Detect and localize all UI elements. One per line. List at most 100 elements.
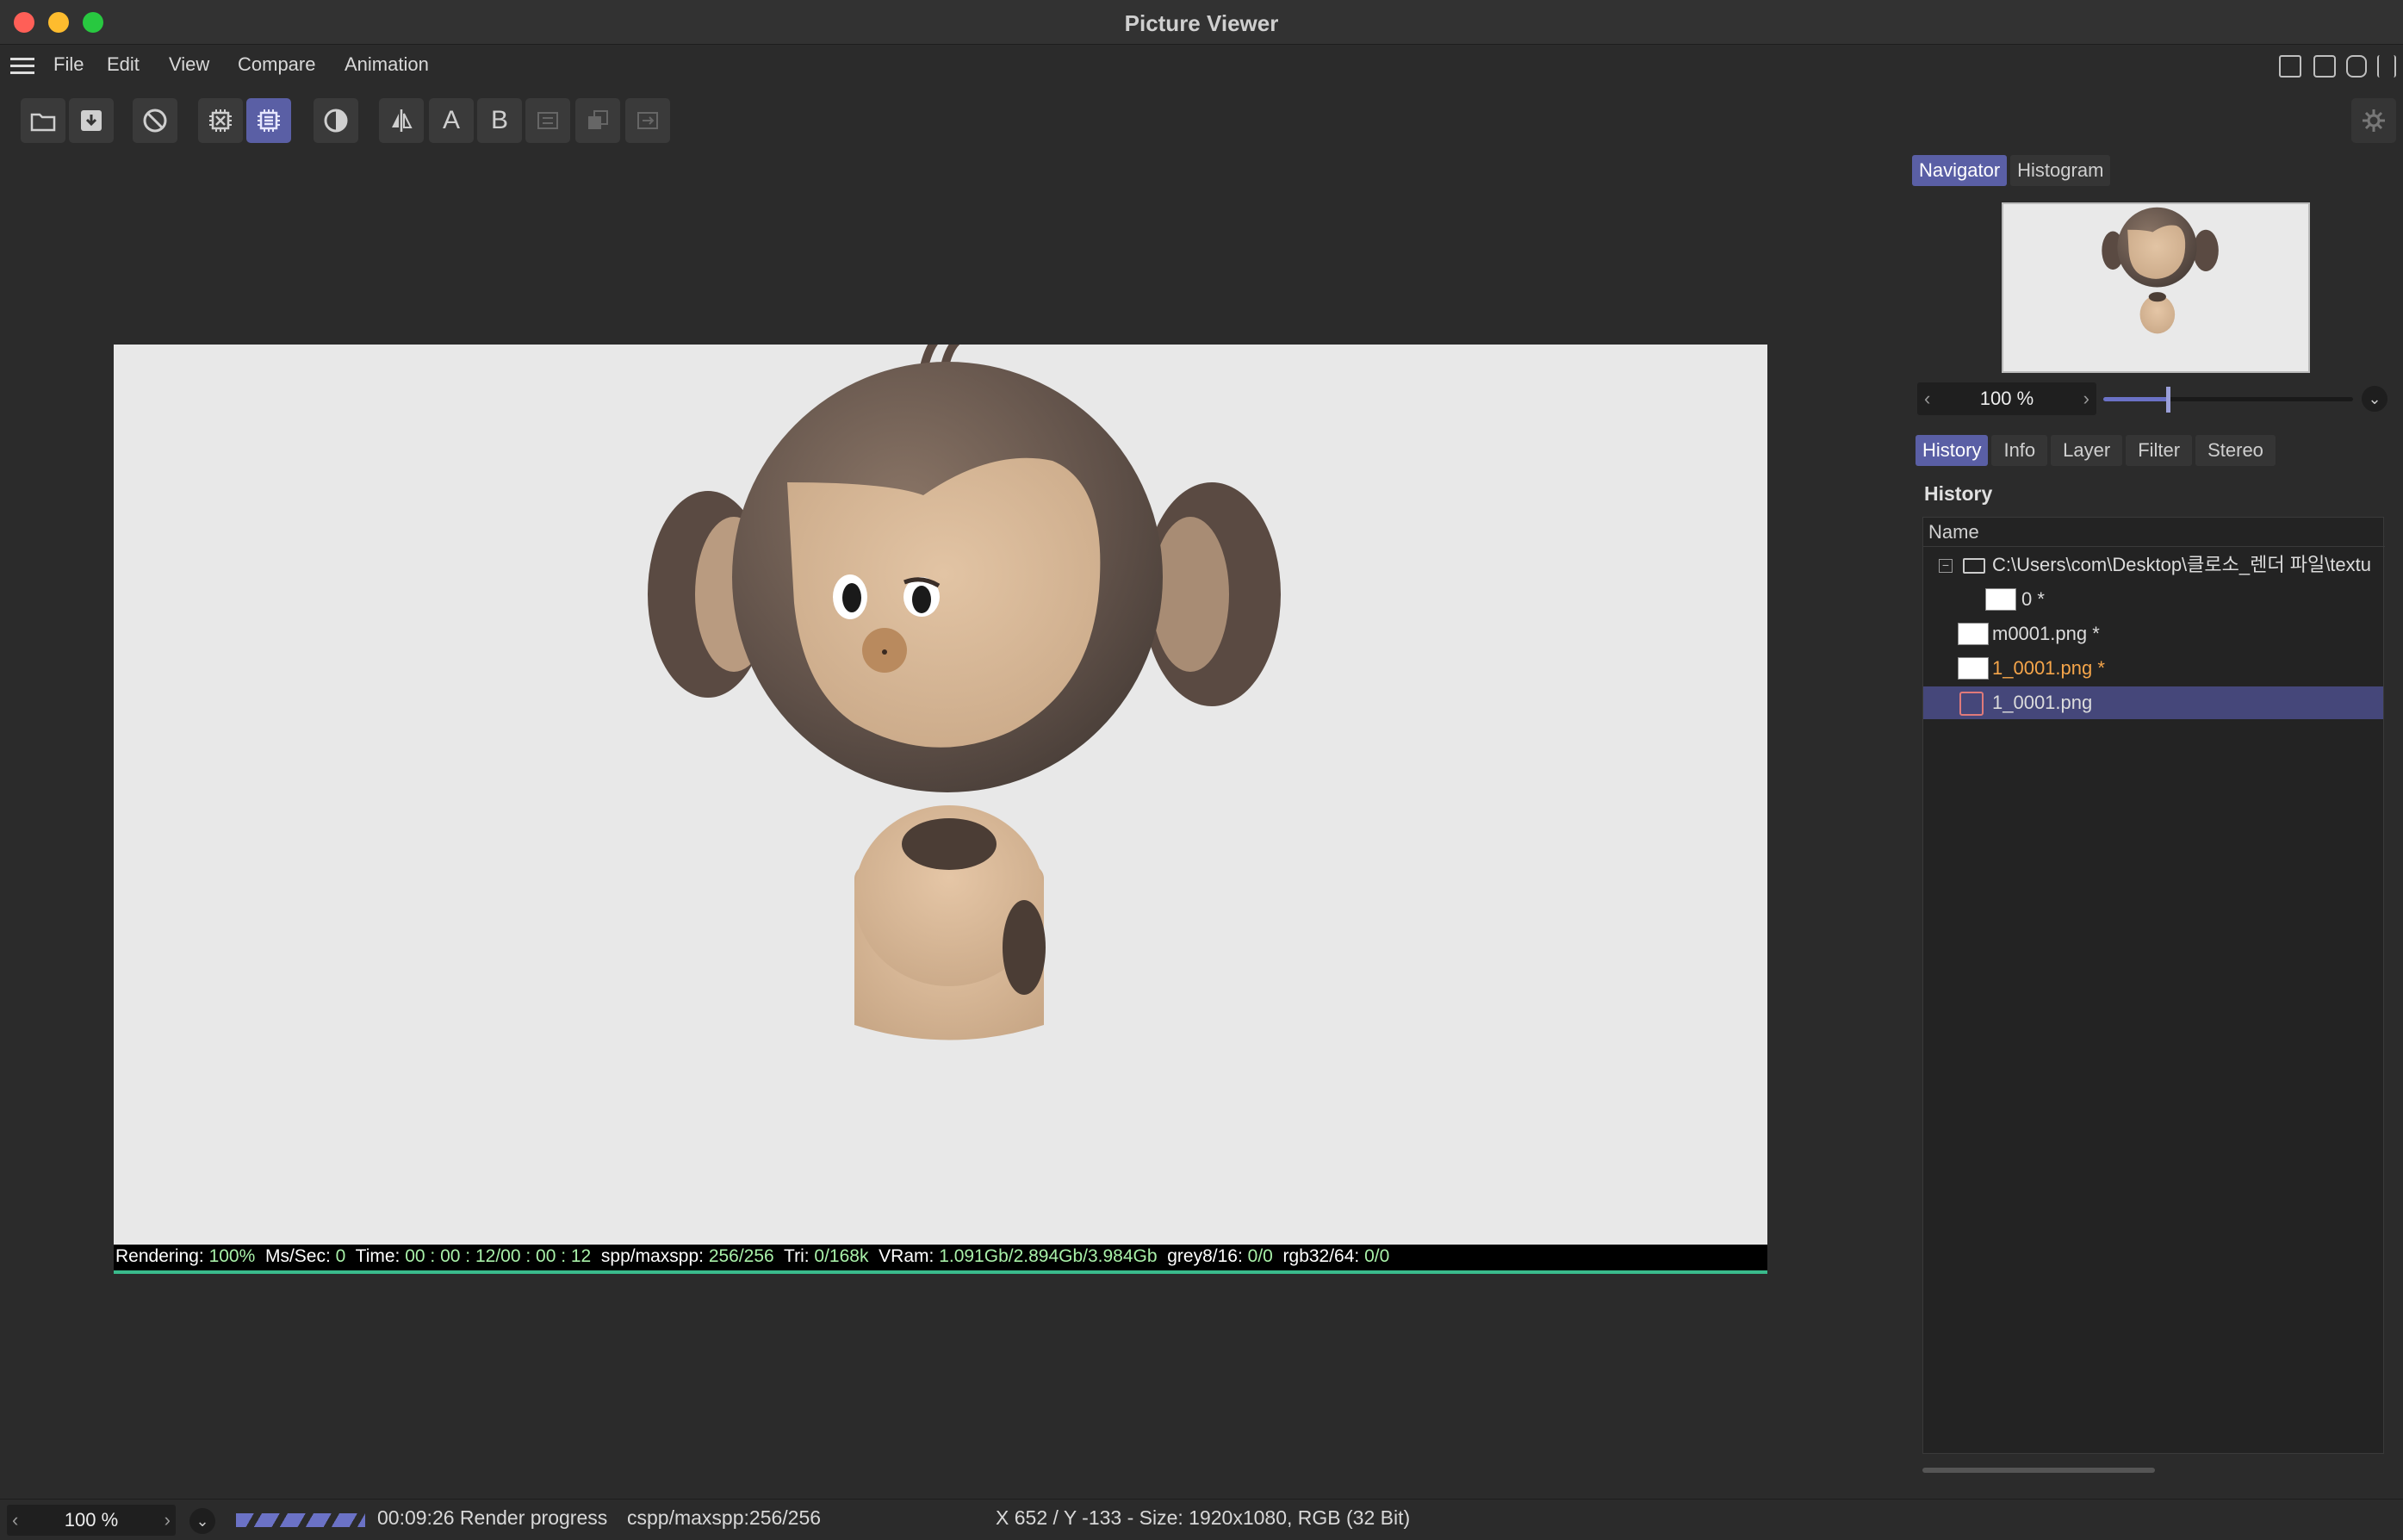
zoom-increase-icon[interactable]: ›: [165, 1505, 171, 1536]
render-progress-stripes: [236, 1513, 365, 1527]
zoom-slider[interactable]: [2103, 387, 2353, 413]
tri-label: Tri:: [784, 1246, 810, 1266]
history-row-item[interactable]: m0001.png *: [1923, 618, 2383, 650]
tab-histogram[interactable]: Histogram: [2010, 155, 2111, 186]
render-canvas[interactable]: [114, 345, 1767, 1245]
folder-icon: [30, 113, 56, 132]
rendered-monkey-image: [648, 345, 1281, 1040]
tab-layer[interactable]: Layer: [2051, 435, 2123, 466]
history-title: History: [1924, 482, 1993, 505]
compare-a-button[interactable]: A: [429, 98, 474, 143]
menu-view[interactable]: View: [169, 53, 209, 76]
render-view-button[interactable]: [246, 98, 291, 143]
history-horizontal-scrollbar[interactable]: [1922, 1468, 2155, 1473]
image-thumbnail-icon: [1958, 623, 1989, 645]
gear-icon: [2363, 109, 2385, 132]
history-row-label: 1_0001.png *: [1992, 657, 2105, 679]
rgb-label: rgb32/64:: [1282, 1246, 1360, 1266]
zoom-value: 100 %: [1979, 388, 2034, 409]
swap-icon: [537, 112, 558, 129]
spp-value: 256/256: [708, 1246, 774, 1266]
menu-file[interactable]: File: [53, 53, 84, 76]
stop-render-button[interactable]: [133, 98, 177, 143]
time-value: 00 : 00 : 12/00 : 00 : 12: [405, 1246, 592, 1266]
menu-compare[interactable]: Compare: [238, 53, 315, 76]
chip-icon: [258, 109, 280, 132]
toolbar: A B: [0, 86, 2403, 152]
swap-ab-button[interactable]: [525, 98, 570, 143]
zoom-decrease-icon[interactable]: ‹: [12, 1505, 18, 1536]
grey-label: grey8/16:: [1167, 1246, 1243, 1266]
mssec-value: 0: [335, 1246, 346, 1266]
render-progress-bar: [114, 1270, 1767, 1274]
move-icon[interactable]: [2377, 55, 2396, 78]
render-time-text: 00:09:26 Render progress: [377, 1506, 608, 1529]
export-button[interactable]: [625, 98, 670, 143]
tab-filter[interactable]: Filter: [2126, 435, 2193, 466]
history-row-item[interactable]: 0 *: [1923, 583, 2383, 616]
history-row-item-selected[interactable]: 1_0001.png: [1923, 686, 2383, 719]
zoom-increase-icon[interactable]: ›: [2083, 382, 2089, 415]
picture-viewer-window: Picture Viewer File Edit View Compare An…: [0, 0, 2403, 1540]
folder-icon: [1963, 558, 1985, 574]
zoom-slider-fill: [2103, 397, 2169, 401]
history-row-folder[interactable]: − C:\Users\com\Desktop\클로소_렌더 파일\textu: [1923, 549, 2383, 581]
hand-pan-icon[interactable]: [2346, 55, 2367, 78]
hamburger-menu-icon[interactable]: [10, 58, 34, 75]
split-icon: [392, 109, 413, 132]
rendering-label: Rendering:: [115, 1246, 204, 1266]
mssec-label: Ms/Sec:: [264, 1246, 331, 1266]
bottom-zoom-field[interactable]: ‹ 100 % ›: [7, 1505, 176, 1536]
history-row-label: C:\Users\com\Desktop\클로소_렌더 파일\textu: [1992, 554, 2372, 575]
contrast-icon: [324, 109, 348, 133]
tab-history[interactable]: History: [1916, 435, 1989, 466]
render-region-button[interactable]: [198, 98, 243, 143]
navigator-zoom-row: ‹ 100 % › ⌄: [1917, 382, 2387, 417]
image-info-text: X 652 / Y -133 - Size: 1920x1080, RGB (3…: [996, 1506, 1411, 1529]
menu-animation[interactable]: Animation: [345, 53, 429, 76]
bottom-zoom-value: 100 %: [64, 1509, 119, 1531]
split-compare-button[interactable]: [379, 98, 424, 143]
menu-edit[interactable]: Edit: [107, 53, 140, 76]
collapse-icon[interactable]: −: [1939, 559, 1953, 573]
prohibited-icon: [143, 109, 167, 133]
navigator-tabs: Navigator Histogram: [1912, 155, 2114, 186]
bottom-zoom-chevron-icon[interactable]: ⌄: [189, 1508, 215, 1534]
zoom-slider-knob[interactable]: [2166, 387, 2171, 413]
panel-tabs: History Info Layer Filter Stereo: [1916, 435, 2279, 466]
compare-b-button[interactable]: B: [477, 98, 522, 143]
export-icon: [637, 112, 658, 129]
tri-value: 0/168k: [814, 1246, 869, 1266]
rendering-value: 100%: [208, 1246, 256, 1266]
title-bar: Picture Viewer: [0, 0, 2403, 45]
image-thumbnail-icon: [1985, 588, 2016, 611]
image-thumbnail-icon: [1958, 657, 1989, 680]
navigator-thumbnail[interactable]: [2002, 202, 2310, 373]
layers-icon: [588, 110, 608, 129]
history-list: Name − C:\Users\com\Desktop\클로소_렌더 파일\te…: [1922, 517, 2385, 1454]
spp-label: spp/maxspp:: [600, 1246, 704, 1266]
open-folder-button[interactable]: [21, 98, 65, 143]
time-label: Time:: [355, 1246, 400, 1266]
tab-info[interactable]: Info: [1991, 435, 2048, 466]
history-row-label: m0001.png *: [1992, 623, 2100, 644]
zoom-field[interactable]: ‹ 100 % ›: [1917, 382, 2096, 415]
save-button[interactable]: [69, 98, 114, 143]
settings-button[interactable]: [2351, 98, 2396, 143]
vram-label: VRam:: [879, 1246, 934, 1266]
history-column-name[interactable]: Name: [1923, 518, 2385, 547]
panel-layout-icon[interactable]: [2279, 55, 2301, 78]
contrast-button[interactable]: [314, 98, 358, 143]
rgb-value: 0/0: [1364, 1246, 1390, 1266]
tab-stereo[interactable]: Stereo: [2195, 435, 2276, 466]
overlay-button[interactable]: [575, 98, 620, 143]
render-chip-icon: [1959, 692, 1984, 716]
external-window-icon[interactable]: [2313, 55, 2336, 78]
download-icon: [81, 110, 102, 131]
zoom-decrease-icon[interactable]: ‹: [1924, 382, 1930, 415]
render-status-line: Rendering: 100% Ms/Sec: 0 Time: 00 : 00 …: [114, 1245, 1767, 1274]
cspp-text: cspp/maxspp:256/256: [627, 1506, 822, 1529]
zoom-dropdown-chevron-icon[interactable]: ⌄: [2362, 386, 2387, 412]
history-row-item[interactable]: 1_0001.png *: [1923, 652, 2383, 685]
tab-navigator[interactable]: Navigator: [1912, 155, 2008, 186]
